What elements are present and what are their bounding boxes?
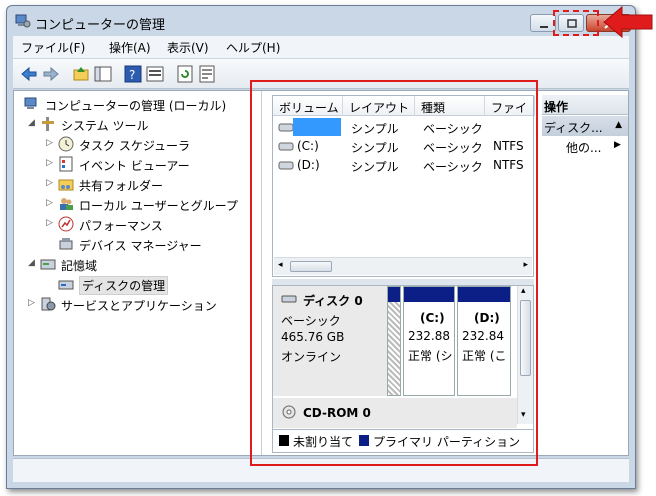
services-icon bbox=[41, 297, 56, 311]
menu-action[interactable]: 操作(A) bbox=[109, 39, 151, 56]
expand-icon[interactable]: ▷ bbox=[46, 138, 53, 148]
device-manager-icon bbox=[59, 238, 73, 250]
title-bar[interactable]: コンピューターの管理 bbox=[7, 6, 635, 36]
actions-header: 操作 bbox=[542, 95, 628, 115]
clock-icon bbox=[58, 136, 74, 152]
expand-icon[interactable]: ▷ bbox=[46, 218, 53, 228]
up-folder-icon[interactable] bbox=[71, 64, 91, 84]
event-log-icon bbox=[59, 156, 73, 172]
help-icon[interactable]: ? bbox=[123, 64, 143, 84]
expand-icon[interactable]: ▷ bbox=[46, 178, 53, 188]
action-more[interactable]: 他の... ▶ bbox=[566, 139, 621, 156]
svg-text:?: ? bbox=[129, 68, 135, 82]
tools-icon bbox=[42, 117, 54, 131]
actions-section-disk[interactable]: ディスク... ▲ bbox=[542, 116, 628, 136]
action-more-label: 他の... bbox=[566, 141, 602, 155]
expand-icon[interactable]: ▷ bbox=[46, 158, 53, 168]
computer-management-icon bbox=[15, 14, 31, 28]
pointer-arrow-icon bbox=[603, 5, 653, 39]
restore-button-highlight bbox=[553, 10, 599, 36]
actions-section-label: ディスク... bbox=[544, 121, 603, 135]
computer-management-icon bbox=[24, 97, 37, 109]
actions-pane: 操作 ディスク... ▲ 他の... ▶ bbox=[542, 95, 628, 453]
menu-help[interactable]: ヘルプ(H) bbox=[226, 39, 280, 56]
forward-icon[interactable] bbox=[41, 64, 61, 84]
highlight-box bbox=[250, 80, 538, 466]
back-icon[interactable] bbox=[19, 64, 39, 84]
show-hide-tree-icon[interactable] bbox=[93, 64, 113, 84]
menu-file[interactable]: ファイル(F) bbox=[21, 39, 85, 56]
export-icon[interactable] bbox=[197, 64, 217, 84]
menu-bar: ファイル(F) 操作(A) 表示(V) ヘルプ(H) bbox=[13, 36, 629, 58]
refresh-icon[interactable] bbox=[175, 64, 195, 84]
collapse-icon[interactable]: ◢ bbox=[28, 118, 35, 128]
shared-folder-icon bbox=[58, 179, 74, 191]
disk-management-icon bbox=[58, 280, 74, 290]
console-tree: コンピューターの管理 (ローカル) ◢ システム ツール ▷ タスク スケジュー… bbox=[14, 91, 262, 455]
performance-icon bbox=[58, 216, 74, 232]
window-title: コンピューターの管理 bbox=[35, 18, 166, 33]
menu-view[interactable]: 表示(V) bbox=[167, 39, 209, 56]
submenu-arrow-icon: ▶ bbox=[614, 140, 621, 150]
expand-icon[interactable]: ▷ bbox=[46, 198, 53, 208]
collapse-icon[interactable]: ◢ bbox=[28, 258, 35, 268]
expand-icon[interactable]: ▷ bbox=[28, 298, 35, 308]
collapse-up-icon[interactable]: ▲ bbox=[615, 120, 622, 130]
storage-icon bbox=[40, 259, 56, 270]
users-icon bbox=[60, 198, 73, 210]
properties-icon[interactable] bbox=[145, 64, 165, 84]
